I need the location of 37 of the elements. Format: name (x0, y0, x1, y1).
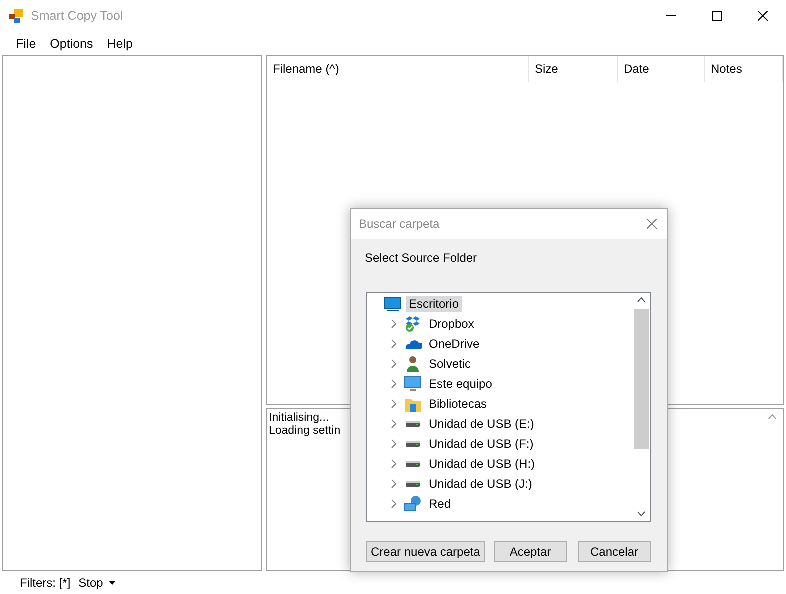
app-icon (9, 9, 23, 23)
drive-icon (406, 461, 420, 467)
tree-item[interactable]: Unidad de USB (E:) (426, 416, 538, 432)
tree-item[interactable]: Escritorio (406, 296, 462, 312)
dialog-title: Buscar carpeta (359, 217, 440, 231)
tree-item[interactable]: Red (426, 496, 454, 512)
drive-icon (406, 441, 420, 447)
user-icon (404, 355, 422, 373)
dialog-button[interactable]: Cancelar (578, 541, 651, 562)
menu-item[interactable]: Help (100, 36, 140, 50)
dialog-button[interactable]: Crear nueva carpeta (366, 541, 486, 562)
computer-icon (404, 375, 422, 393)
window-title: Smart Copy Tool (31, 9, 124, 23)
tree-item[interactable]: Solvetic (426, 356, 474, 372)
tree-item[interactable]: Este equipo (426, 376, 496, 392)
caret-icon (109, 580, 116, 584)
tree-item[interactable]: Bibliotecas (426, 396, 490, 412)
desktop-icon (384, 295, 402, 313)
drive-icon (406, 481, 420, 487)
tree-item[interactable]: Dropbox (426, 316, 478, 332)
log-line: Initialising... (269, 412, 330, 425)
tree-item[interactable]: Unidad de USB (F:) (426, 436, 537, 452)
network-icon (404, 495, 422, 513)
stop-button[interactable]: Stop (78, 576, 116, 590)
dialog-prompt: Select Source Folder (365, 251, 478, 265)
log-line: Loading settin (269, 425, 341, 438)
dropbox-icon (404, 315, 422, 333)
scroll-down-icon[interactable] (637, 511, 646, 517)
tree-item[interactable]: Unidad de USB (H:) (426, 456, 538, 472)
tree-item[interactable]: Unidad de USB (J:) (426, 476, 536, 492)
menu-item[interactable]: Options (43, 36, 100, 50)
scroll-up-icon[interactable] (637, 297, 646, 303)
dialog-button[interactable]: Aceptar (494, 541, 567, 562)
menu-item[interactable]: File (9, 36, 44, 50)
tree-item[interactable]: OneDrive (426, 336, 483, 352)
filters-label: Filters: [*] (20, 576, 71, 590)
drive-icon (406, 421, 420, 427)
